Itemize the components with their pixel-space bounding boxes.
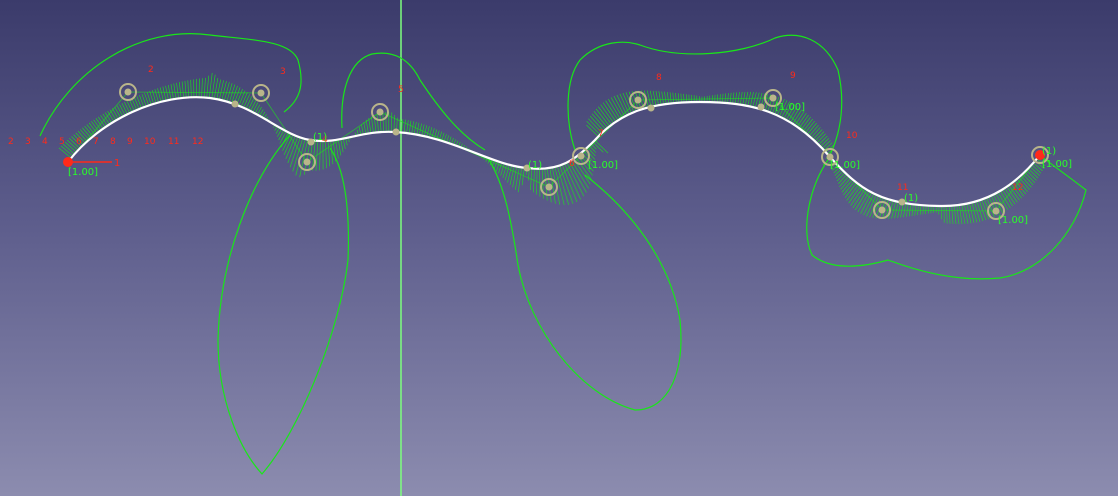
constraint-label-10: 10 bbox=[144, 137, 156, 147]
pole-marker-10: 10 bbox=[846, 131, 858, 141]
constraint-label-4: 4 bbox=[42, 137, 48, 147]
weight-label-start: [1.00] bbox=[68, 167, 98, 178]
constraint-label-9: 9 bbox=[127, 137, 133, 147]
knot-multiplicity-labels: (1) (1) (1) (1) bbox=[313, 132, 1056, 204]
comb-outline-2 bbox=[217, 134, 349, 475]
weight-label-p8: [1.00] bbox=[830, 160, 860, 171]
weight-label-p5: [1.00] bbox=[588, 160, 618, 171]
comb-outline-5 bbox=[567, 34, 843, 156]
pole-marker-2: 2 bbox=[148, 65, 154, 75]
knot-multiplicity-2: (1) bbox=[528, 160, 542, 171]
constraint-label-8: 8 bbox=[110, 137, 116, 147]
comb-outline-4 bbox=[487, 157, 682, 411]
knot-multiplicity-1: (1) bbox=[313, 132, 327, 143]
curvature-comb-outlines bbox=[39, 33, 1087, 475]
constraint-label-2: 2 bbox=[8, 137, 14, 147]
pole-marker-6: 6 bbox=[569, 159, 575, 169]
knot-point bbox=[231, 100, 239, 108]
pole-marker-12: 12 bbox=[1012, 183, 1023, 193]
weight-label-p10: [1.00] bbox=[998, 215, 1028, 226]
weight-label-p12: [1.00] bbox=[1042, 159, 1072, 170]
pole-marker-8: 8 bbox=[656, 73, 662, 83]
pole-marker-11: 11 bbox=[897, 183, 908, 193]
pole-marker-9: 9 bbox=[790, 71, 796, 81]
pole-marker-3: 3 bbox=[280, 67, 286, 77]
pole-marker-7: 7 bbox=[598, 129, 604, 139]
3d-viewport[interactable]: 1 2 3 4 5 6 7 8 9 10 11 12 2 3 4 5 6 7 8 9 10 11 1… bbox=[0, 0, 1118, 496]
pole-marker-5: 5 bbox=[398, 85, 404, 95]
knot-point bbox=[392, 128, 400, 136]
constraint-label-12: 12 bbox=[192, 137, 203, 147]
constraint-label-7: 7 bbox=[93, 137, 99, 147]
knot-multiplicity-4: (1) bbox=[1042, 146, 1056, 157]
constraint-label-3: 3 bbox=[25, 137, 31, 147]
control-pole[interactable] bbox=[298, 153, 316, 171]
bspline-curve[interactable] bbox=[67, 96, 1041, 208]
pole-constraint-markers: 2 3 4 5 6 7 8 9 10 11 12 bbox=[148, 65, 1023, 193]
weight-label-p6: [1.00] bbox=[775, 102, 805, 113]
knot-multiplicity-3: (1) bbox=[904, 193, 918, 204]
constraint-label-row: 2 3 4 5 6 7 8 9 10 11 12 bbox=[8, 137, 203, 147]
constraint-label-11: 11 bbox=[168, 137, 179, 147]
sketch-canvas[interactable]: 1 2 3 4 5 6 7 8 9 10 11 12 2 3 4 5 6 7 8 9 10 11 1… bbox=[0, 0, 1118, 496]
knot-point bbox=[647, 104, 655, 112]
knot-point bbox=[757, 103, 765, 111]
comb-outline-6 bbox=[806, 154, 1087, 280]
constraint-label-6: 6 bbox=[76, 137, 82, 147]
start-point-label: 1 bbox=[114, 158, 120, 169]
constraint-label-5: 5 bbox=[59, 137, 65, 147]
